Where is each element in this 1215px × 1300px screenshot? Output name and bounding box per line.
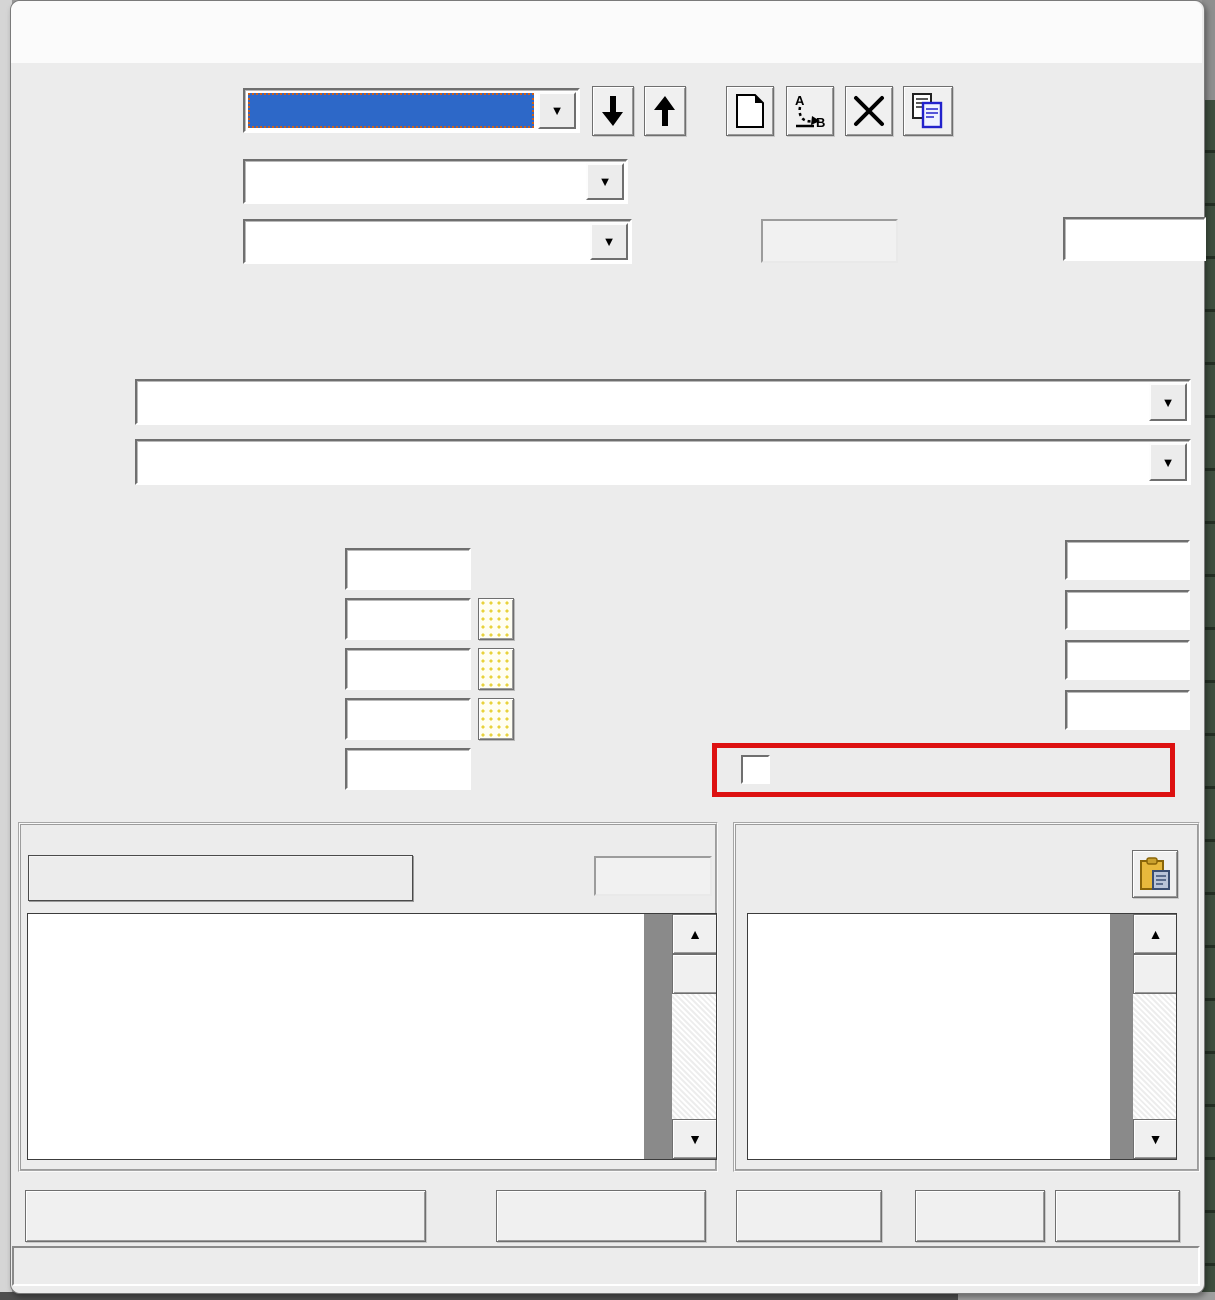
chevron-down-icon[interactable]: ▼ [590,223,628,260]
gis-table: ▲ ▼ [747,913,1177,1160]
shape-combo[interactable]: ▼ [243,219,632,264]
solution-criteria-combo[interactable]: ▼ [243,159,628,204]
delete-x-icon [853,95,885,127]
delete-culvert-button[interactable] [845,86,893,136]
culvert-length-field[interactable] [345,548,471,590]
barrel-table: ▲ ▼ [27,913,717,1160]
move-up-arrow-icon [654,96,676,126]
gis-table-scrollbar[interactable]: ▲ ▼ [1133,914,1177,1159]
depth-bottom-n-field[interactable] [1065,540,1190,580]
diameter-field[interactable] [1063,217,1206,261]
mannings-top-help-button[interactable] [478,698,514,740]
rename-a-to-b-icon: A B [794,93,826,129]
chevron-down-icon[interactable]: ▼ [538,92,576,129]
chart-number-value [140,384,1145,420]
chart-number-combo[interactable]: ▼ [135,379,1191,425]
scroll-down-icon[interactable]: ▼ [1133,1119,1177,1159]
span-field [761,219,898,263]
copy-documents-icon [911,93,945,129]
rename-culvert-button[interactable]: A B [786,86,834,136]
mannings-top-field[interactable] [345,698,471,740]
shape-value [248,224,586,259]
new-document-icon [736,94,764,128]
cancel-button[interactable] [915,1190,1045,1242]
upstream-invert-field[interactable] [1065,640,1190,680]
gis-table-filler [1110,914,1133,1159]
use-momentum-checkbox[interactable] [741,755,770,784]
culvert-group-selected-value [248,93,534,128]
svg-text:B: B [816,115,825,129]
next-culvert-button[interactable] [644,86,686,136]
screenshot-canvas: ▼ A B ▼ [0,0,1215,1300]
solution-criteria-value [248,164,582,199]
num-barrels-field [594,856,712,896]
scrollbar-thumb[interactable] [672,954,717,994]
paste-table-icon [1139,857,1171,891]
entrance-loss-field[interactable] [345,598,471,640]
red-highlight-annotation [712,743,1175,797]
barrel-table-filler [644,914,672,1159]
svg-text:A: A [795,93,805,108]
previous-culvert-button[interactable] [592,86,634,136]
scale-number-combo[interactable]: ▼ [135,439,1191,485]
exit-loss-help-button[interactable] [478,648,514,690]
scroll-up-icon[interactable]: ▲ [1133,914,1177,954]
move-down-arrow-icon [602,96,624,126]
scrollbar-thumb[interactable] [1133,954,1177,994]
scale-number-value [140,444,1145,480]
new-culvert-button[interactable] [726,86,774,136]
chevron-down-icon[interactable]: ▼ [1149,383,1187,421]
culvert-group-combo[interactable]: ▼ [243,88,580,133]
individual-barrel-centerlines-button[interactable] [25,1190,426,1242]
downstream-invert-field[interactable] [1065,690,1190,730]
paste-gis-table-button[interactable] [1132,850,1178,898]
status-bar [12,1246,1200,1286]
chevron-down-icon[interactable]: ▼ [1149,443,1187,481]
ok-button[interactable] [736,1190,882,1242]
entrance-loss-help-button[interactable] [478,598,514,640]
dialog-titlebar[interactable] [11,1,1202,63]
barrel-table-scrollbar[interactable]: ▲ ▼ [672,914,717,1159]
show-on-map-button[interactable] [496,1190,706,1242]
barrel-centerline-stations-button[interactable] [28,855,413,901]
scroll-up-icon[interactable]: ▲ [672,914,717,954]
depth-blocked-field[interactable] [1065,590,1190,630]
mannings-bottom-field[interactable] [345,748,471,790]
exit-loss-field[interactable] [345,648,471,690]
help-button[interactable] [1055,1190,1180,1242]
scroll-down-icon[interactable]: ▼ [672,1119,717,1159]
copy-culvert-button[interactable] [903,86,953,136]
chevron-down-icon[interactable]: ▼ [586,163,624,200]
